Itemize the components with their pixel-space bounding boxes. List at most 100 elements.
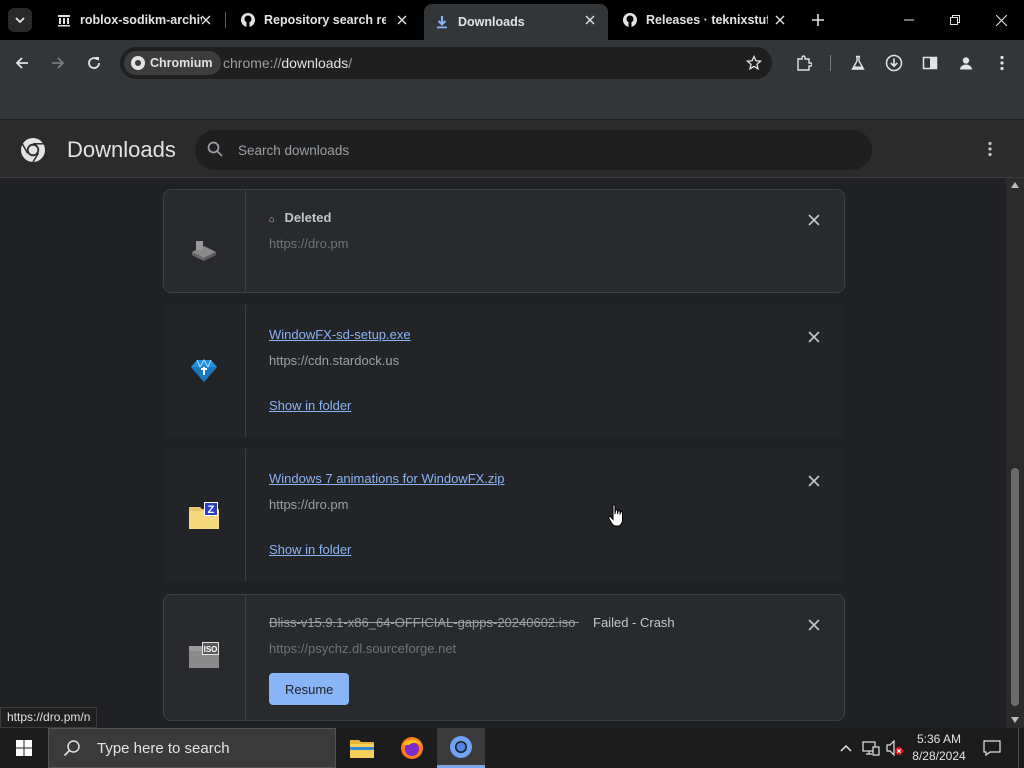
- folder-icon: [350, 740, 374, 758]
- url-text[interactable]: chrome://downloads/: [223, 55, 352, 71]
- page-title: Downloads: [67, 137, 176, 162]
- kebab-menu-icon: [988, 141, 992, 157]
- svg-text:ISO: ISO: [204, 645, 218, 654]
- side-panel-button[interactable]: [914, 47, 946, 79]
- tab-releases[interactable]: Releases · teknixstuff/: [608, 0, 804, 40]
- show-desktop-button[interactable]: [1018, 728, 1024, 768]
- close-icon: [808, 475, 820, 487]
- close-icon[interactable]: [198, 12, 214, 28]
- kebab-menu-icon: [1000, 55, 1004, 71]
- start-button[interactable]: [0, 728, 48, 768]
- close-icon[interactable]: [772, 12, 788, 28]
- download-circle-icon: [885, 54, 903, 72]
- taskbar-firefox[interactable]: [388, 728, 436, 768]
- close-icon[interactable]: [394, 12, 410, 28]
- url-scheme: chrome://: [223, 55, 282, 71]
- taskbar-file-explorer[interactable]: [338, 728, 386, 768]
- origin-url: https://dro.pm: [269, 236, 349, 251]
- origin-url: https://cdn.stardock.us: [269, 353, 400, 368]
- status-label: ⌂ Deleted: [269, 210, 331, 225]
- profile-button[interactable]: [950, 47, 982, 79]
- search-icon: [63, 740, 80, 757]
- reload-icon: [88, 57, 100, 69]
- installer-icon: [192, 241, 216, 261]
- minimize-button[interactable]: [886, 0, 932, 40]
- bookmark-button[interactable]: [738, 47, 770, 79]
- forward-arrow-icon: [52, 57, 65, 69]
- side-panel-icon: [922, 56, 938, 70]
- remove-button[interactable]: [804, 327, 824, 347]
- resume-button[interactable]: Resume: [269, 673, 350, 705]
- taskbar-clock[interactable]: 5:36 AM 8/28/2024: [900, 731, 978, 765]
- download-item: WindowFX-sd-setup.exe https://cdn.stardo…: [163, 304, 845, 438]
- remove-button[interactable]: [804, 471, 824, 491]
- star-icon: [746, 55, 762, 71]
- tab-search-button[interactable]: [8, 8, 32, 32]
- tab-downloads[interactable]: Downloads: [424, 4, 608, 40]
- link-status-bubble: https://dro.pm/n: [0, 707, 98, 728]
- clock-time: 5:36 AM: [916, 732, 962, 746]
- back-button[interactable]: [6, 47, 38, 79]
- forward-button[interactable]: [42, 47, 74, 79]
- close-icon[interactable]: [582, 12, 598, 28]
- tab-title: roblox-sodikm-archive: [80, 13, 202, 27]
- scroll-up-arrow-icon[interactable]: [1011, 182, 1019, 188]
- tab-repository-search[interactable]: Repository search results: [224, 0, 420, 40]
- origin-url: https://psychz.dl.sourceforge.net: [269, 641, 457, 656]
- file-name-link[interactable]: Bliss-v15.9.1-x86_64-OFFICIAL-gapps-2024…: [269, 615, 675, 630]
- scrollbar[interactable]: [1006, 178, 1024, 728]
- browser-menu-button[interactable]: [986, 47, 1018, 79]
- clock-date: 8/28/2024: [912, 749, 966, 763]
- tab-roblox-archive[interactable]: roblox-sodikm-archive: [40, 0, 224, 40]
- show-in-folder-link[interactable]: Show in folder: [269, 398, 351, 413]
- scrollbar-thumb[interactable]: [1011, 468, 1019, 706]
- github-icon: [622, 12, 638, 28]
- taskbar-search-box[interactable]: Type here to search: [48, 728, 336, 768]
- reload-button[interactable]: [78, 47, 110, 79]
- zip-folder-icon: Z: [189, 502, 219, 529]
- windows-logo-icon: [16, 740, 32, 756]
- new-tab-button[interactable]: [796, 0, 840, 40]
- downloads-menu-button[interactable]: [980, 139, 1000, 159]
- restore-icon: [950, 15, 960, 25]
- tab-title: Releases · teknixstuff/: [646, 13, 768, 27]
- tab-strip: roblox-sodikm-archive Repository search …: [0, 0, 1024, 40]
- download-item: Z Windows 7 animations for WindowFX.zip …: [163, 448, 845, 582]
- taskbar-chromium[interactable]: [437, 728, 485, 768]
- scroll-down-arrow-icon[interactable]: [1011, 717, 1019, 723]
- file-name-link[interactable]: Windows 7 animations for WindowFX.zip: [269, 471, 505, 486]
- remove-button[interactable]: [804, 210, 824, 230]
- tab-title: Downloads: [458, 15, 525, 29]
- notifications-button[interactable]: [980, 728, 1004, 768]
- file-name-text: Bliss-v15.9.1-x86_64-OFFICIAL-gapps-2024…: [269, 615, 576, 630]
- restore-button[interactable]: [932, 0, 978, 40]
- remove-button[interactable]: [804, 615, 824, 635]
- toolbar-divider: [830, 55, 831, 71]
- network-status-button[interactable]: [860, 728, 882, 768]
- chromium-icon: [450, 735, 472, 758]
- downloads-list: ⌂ Deleted https://dro.pm WindowFX-sd-setu…: [0, 178, 1006, 728]
- chromium-logo-icon: [131, 56, 145, 70]
- chrome-logo-icon: [21, 138, 45, 163]
- file-name-link[interactable]: WindowFX-sd-setup.exe: [269, 327, 411, 342]
- site-info-chip[interactable]: Chromium: [124, 51, 221, 75]
- show-hidden-icons-button[interactable]: [836, 728, 856, 768]
- windowfx-icon: [191, 358, 217, 382]
- status-text: Deleted: [284, 210, 332, 225]
- taskbar-search-placeholder: Type here to search: [97, 739, 230, 757]
- person-icon: [960, 57, 972, 70]
- puzzle-icon: [797, 55, 812, 71]
- plus-icon: [812, 14, 824, 26]
- github-icon: [240, 12, 256, 28]
- status-text: Failed - Crash: [593, 615, 675, 630]
- close-window-button[interactable]: [978, 0, 1024, 40]
- downloads-button[interactable]: [878, 47, 910, 79]
- show-in-folder-link[interactable]: Show in folder: [269, 542, 351, 557]
- search-input[interactable]: [238, 140, 838, 160]
- labs-button[interactable]: [842, 47, 874, 79]
- archive-icon: [56, 12, 72, 28]
- download-icon: [434, 14, 450, 30]
- extensions-button[interactable]: [788, 47, 820, 79]
- url-host: downloads: [281, 55, 349, 71]
- url-path: /: [348, 55, 353, 71]
